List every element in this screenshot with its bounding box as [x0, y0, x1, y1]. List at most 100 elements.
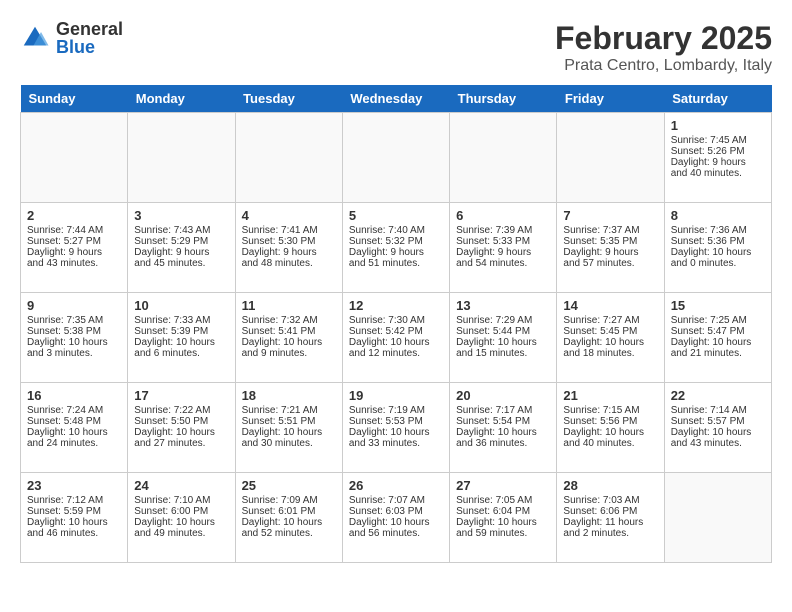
- cell-info: Daylight: 10 hours and 3 minutes.: [27, 337, 121, 359]
- calendar-cell: 3Sunrise: 7:43 AMSunset: 5:29 PMDaylight…: [128, 203, 235, 293]
- cell-info: Sunset: 5:29 PM: [134, 236, 228, 247]
- cell-info: Daylight: 10 hours and 6 minutes.: [134, 337, 228, 359]
- cell-info: Daylight: 10 hours and 59 minutes.: [456, 517, 550, 539]
- cell-info: Daylight: 9 hours and 40 minutes.: [671, 157, 765, 179]
- calendar-cell: 21Sunrise: 7:15 AMSunset: 5:56 PMDayligh…: [557, 383, 664, 473]
- calendar-cell: 23Sunrise: 7:12 AMSunset: 5:59 PMDayligh…: [21, 473, 128, 563]
- calendar-cell: 15Sunrise: 7:25 AMSunset: 5:47 PMDayligh…: [664, 293, 771, 383]
- day-number: 28: [563, 478, 657, 493]
- cell-info: Daylight: 10 hours and 18 minutes.: [563, 337, 657, 359]
- calendar-cell: [450, 113, 557, 203]
- day-number: 20: [456, 388, 550, 403]
- cell-info: Daylight: 10 hours and 49 minutes.: [134, 517, 228, 539]
- logo-blue: Blue: [56, 38, 123, 56]
- cell-info: Sunrise: 7:14 AM: [671, 405, 765, 416]
- cell-info: Daylight: 10 hours and 40 minutes.: [563, 427, 657, 449]
- cell-info: Sunrise: 7:43 AM: [134, 225, 228, 236]
- cell-info: Daylight: 10 hours and 33 minutes.: [349, 427, 443, 449]
- day-number: 24: [134, 478, 228, 493]
- day-number: 27: [456, 478, 550, 493]
- cell-info: Sunrise: 7:40 AM: [349, 225, 443, 236]
- cell-info: Sunset: 5:57 PM: [671, 416, 765, 427]
- weekday-header: Tuesday: [235, 85, 342, 113]
- cell-info: Sunrise: 7:22 AM: [134, 405, 228, 416]
- cell-info: Sunrise: 7:41 AM: [242, 225, 336, 236]
- calendar-cell: [128, 113, 235, 203]
- cell-info: Daylight: 10 hours and 52 minutes.: [242, 517, 336, 539]
- cell-info: Sunrise: 7:44 AM: [27, 225, 121, 236]
- cell-info: Sunrise: 7:10 AM: [134, 495, 228, 506]
- calendar-cell: 12 Sunrise: 7:30 AMSunset: 5:42 PMDayligh…: [342, 293, 449, 383]
- cell-info: Sunrise: 7:09 AM: [242, 495, 336, 506]
- cell-info: Daylight: 10 hours and 36 minutes.: [456, 427, 550, 449]
- cell-info: Sunrise: 7:30 AM: [349, 315, 443, 326]
- day-number: 26: [349, 478, 443, 493]
- cell-info: Sunset: 5:35 PM: [563, 236, 657, 247]
- cell-info: Sunrise: 7:21 AM: [242, 405, 336, 416]
- calendar-cell: 18 Sunrise: 7:21 AMSunset: 5:51 PMDayligh…: [235, 383, 342, 473]
- cell-info: Sunset: 5:56 PM: [563, 416, 657, 427]
- calendar-cell: 27 Sunrise: 7:05 AMSunset: 6:04 PMDayligh…: [450, 473, 557, 563]
- day-number: 15: [671, 298, 765, 313]
- calendar-cell: 17Sunrise: 7:22 AMSunset: 5:50 PMDayligh…: [128, 383, 235, 473]
- title-area: February 2025 Prata Centro, Lombardy, It…: [555, 20, 772, 75]
- calendar-cell: 14Sunrise: 7:27 AMSunset: 5:45 PMDayligh…: [557, 293, 664, 383]
- logo-icon: [20, 23, 50, 53]
- cell-info: Daylight: 10 hours and 12 minutes.: [349, 337, 443, 359]
- cell-info: Sunset: 6:03 PM: [349, 506, 443, 517]
- day-number: 3: [134, 208, 228, 223]
- cell-info: Sunset: 6:04 PM: [456, 506, 550, 517]
- cell-info: Sunset: 5:45 PM: [563, 326, 657, 337]
- cell-info: Sunset: 6:00 PM: [134, 506, 228, 517]
- calendar-cell: 20Sunrise: 7:17 AMSunset: 5:54 PMDayligh…: [450, 383, 557, 473]
- calendar-cell: 2Sunrise: 7:44 AMSunset: 5:27 PMDaylight…: [21, 203, 128, 293]
- cell-info: Sunrise: 7:12 AM: [27, 495, 121, 506]
- weekday-header: Wednesday: [342, 85, 449, 113]
- cell-info: Daylight: 9 hours and 51 minutes.: [349, 247, 443, 269]
- cell-info: Daylight: 10 hours and 46 minutes.: [27, 517, 121, 539]
- day-number: 7: [563, 208, 657, 223]
- cell-info: Daylight: 10 hours and 27 minutes.: [134, 427, 228, 449]
- calendar-week-row: 16Sunrise: 7:24 AMSunset: 5:48 PMDayligh…: [21, 383, 772, 473]
- cell-info: Sunset: 5:39 PM: [134, 326, 228, 337]
- day-number: 12: [349, 298, 443, 313]
- cell-info: Sunset: 5:27 PM: [27, 236, 121, 247]
- cell-info: Sunset: 5:32 PM: [349, 236, 443, 247]
- cell-info: Daylight: 10 hours and 30 minutes.: [242, 427, 336, 449]
- cell-info: Sunset: 5:41 PM: [242, 326, 336, 337]
- cell-info: Daylight: 9 hours and 48 minutes.: [242, 247, 336, 269]
- cell-info: Sunset: 5:42 PM: [349, 326, 443, 337]
- cell-info: Sunset: 5:26 PM: [671, 146, 765, 157]
- cell-info: Sunrise: 7:03 AM: [563, 495, 657, 506]
- cell-info: Sunrise: 7:24 AM: [27, 405, 121, 416]
- weekday-header: Saturday: [664, 85, 771, 113]
- cell-info: Sunrise: 7:33 AM: [134, 315, 228, 326]
- cell-info: Sunrise: 7:35 AM: [27, 315, 121, 326]
- calendar-table: SundayMondayTuesdayWednesdayThursdayFrid…: [20, 85, 772, 563]
- cell-info: Daylight: 10 hours and 15 minutes.: [456, 337, 550, 359]
- day-number: 10: [134, 298, 228, 313]
- cell-info: Sunrise: 7:39 AM: [456, 225, 550, 236]
- logo-general: General: [56, 20, 123, 38]
- cell-info: Daylight: 10 hours and 9 minutes.: [242, 337, 336, 359]
- cell-info: Sunrise: 7:27 AM: [563, 315, 657, 326]
- cell-info: Sunrise: 7:37 AM: [563, 225, 657, 236]
- day-number: 18: [242, 388, 336, 403]
- cell-info: Sunrise: 7:19 AM: [349, 405, 443, 416]
- cell-info: Sunset: 5:59 PM: [27, 506, 121, 517]
- calendar-cell: 8Sunrise: 7:36 AMSunset: 5:36 PMDaylight…: [664, 203, 771, 293]
- calendar-cell: 13Sunrise: 7:29 AMSunset: 5:44 PMDayligh…: [450, 293, 557, 383]
- calendar-cell: 22Sunrise: 7:14 AMSunset: 5:57 PMDayligh…: [664, 383, 771, 473]
- cell-info: Sunset: 5:51 PM: [242, 416, 336, 427]
- cell-info: Daylight: 10 hours and 56 minutes.: [349, 517, 443, 539]
- calendar-cell: [235, 113, 342, 203]
- calendar-header: SundayMondayTuesdayWednesdayThursdayFrid…: [21, 85, 772, 113]
- cell-info: Sunrise: 7:05 AM: [456, 495, 550, 506]
- calendar-cell: 16Sunrise: 7:24 AMSunset: 5:48 PMDayligh…: [21, 383, 128, 473]
- cell-info: Daylight: 9 hours and 54 minutes.: [456, 247, 550, 269]
- day-number: 19: [349, 388, 443, 403]
- day-number: 17: [134, 388, 228, 403]
- cell-info: Sunset: 5:44 PM: [456, 326, 550, 337]
- cell-info: Daylight: 10 hours and 0 minutes.: [671, 247, 765, 269]
- day-number: 2: [27, 208, 121, 223]
